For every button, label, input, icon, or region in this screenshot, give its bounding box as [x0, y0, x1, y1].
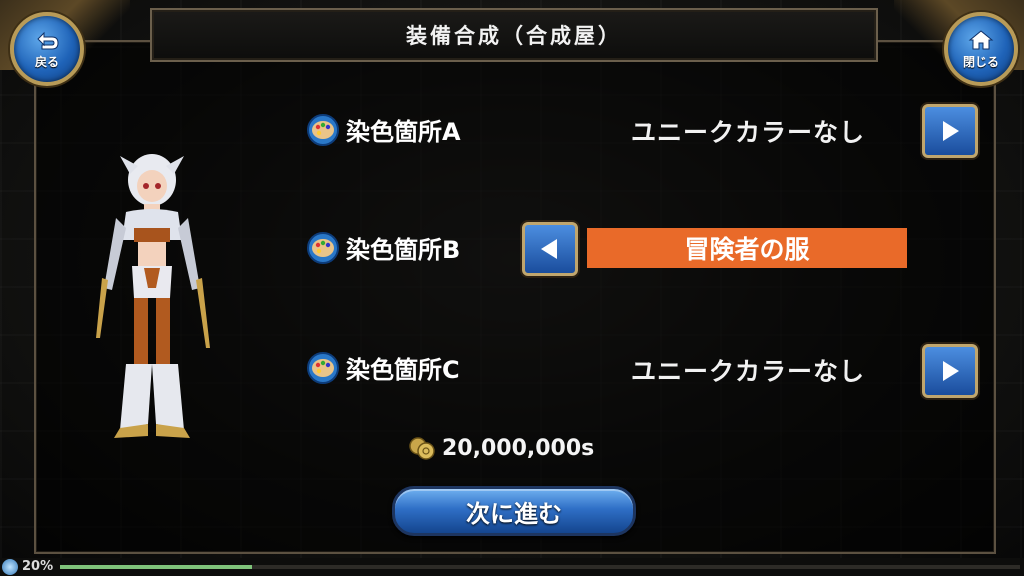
character-preview: [96, 154, 210, 438]
dye-slot-a-label-group: 染色箇所A: [306, 112, 461, 147]
dye-slot-b-label-group: 染色箇所B: [306, 230, 460, 265]
next-step-button[interactable]: 次に進む: [392, 486, 636, 536]
back-button[interactable]: 戻る: [10, 12, 84, 86]
dye-slot-c-next-button[interactable]: [922, 344, 978, 398]
coin-icon: [409, 437, 435, 460]
arrow-right-icon: [943, 361, 959, 381]
back-button-label: 戻る: [34, 54, 59, 69]
palette-icon: [307, 113, 339, 146]
loading-orb-icon: [2, 559, 18, 575]
cost-display: 20,000,000s: [408, 434, 594, 462]
arrow-left-icon: [541, 239, 557, 259]
dye-slot-a-next-button[interactable]: [922, 104, 978, 158]
loading-progress: 20%: [0, 558, 1024, 576]
dye-slot-c-value: ユニークカラーなし: [630, 357, 865, 386]
palette-icon: [307, 231, 339, 264]
dye-slot-a-value: ユニークカラーなし: [630, 118, 865, 147]
dye-slot-b-selected-value[interactable]: 冒険者の服: [587, 228, 907, 268]
progress-fill: [60, 565, 252, 569]
close-button-label: 閉じる: [962, 54, 999, 69]
header-bar: 装備合成（合成屋）: [150, 8, 878, 62]
dye-slot-b-label: 染色箇所B: [346, 236, 461, 264]
return-arrow-icon: [37, 31, 59, 49]
progress-text: 20%: [22, 559, 54, 574]
dye-slot-c-label-group: 染色箇所C: [306, 350, 460, 385]
home-icon: [968, 29, 994, 49]
dye-slot-c-label: 染色箇所C: [346, 356, 460, 384]
progress-track: [60, 565, 1020, 569]
palette-icon: [307, 351, 339, 384]
page-title: 装備合成（合成屋）: [406, 24, 622, 48]
dye-slot-a-label: 染色箇所A: [346, 118, 461, 146]
dye-slot-b-prev-button[interactable]: [522, 222, 578, 276]
cost-amount: 20,000,000s: [442, 435, 595, 461]
arrow-right-icon: [943, 121, 959, 141]
close-button[interactable]: 閉じる: [944, 12, 1018, 86]
